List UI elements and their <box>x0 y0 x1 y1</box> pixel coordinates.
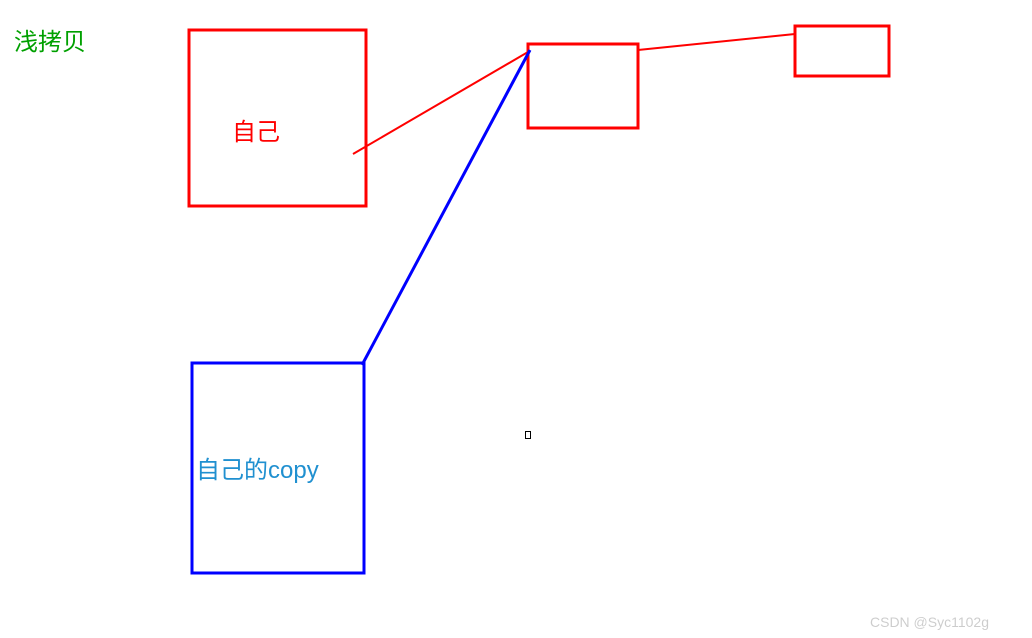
line-copy-to-ref <box>362 50 530 365</box>
far-box <box>795 26 889 76</box>
diagram-canvas <box>0 0 1032 638</box>
ref-box <box>528 44 638 128</box>
watermark: CSDN @Syc1102g <box>870 614 989 630</box>
line-self-to-ref <box>353 52 528 154</box>
self-label: 自己 <box>232 112 280 147</box>
cursor-artifact <box>525 431 531 439</box>
copy-label: 自己的copy <box>196 450 319 485</box>
diagram-title: 浅拷贝 <box>14 22 86 57</box>
line-ref-to-far <box>638 34 795 50</box>
